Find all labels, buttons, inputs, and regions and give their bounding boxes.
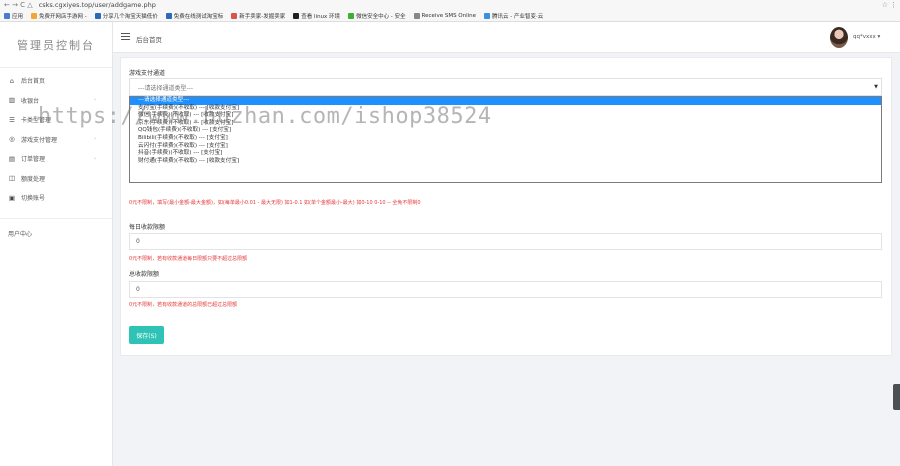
dropdown-option[interactable]: Bilibili(手续费)(不收取) --- [支付宝] [130, 135, 881, 143]
bookmark-label: 分享几个淘宝天猫低价 [102, 14, 158, 20]
bookmark-icon [165, 13, 172, 19]
daily-limit-label: 每日收款限额 [129, 224, 166, 231]
sidebar-item[interactable]: ▣ 切换账号 [0, 188, 112, 208]
bookmark-icon [484, 13, 491, 19]
sidebar: 管理员控制台 ⌂ 后台首页 ▥ 收银台 › ☰ 卡类型管理 ◎ 游戏支付管理 › ▤ 订单管理 › ◫ 额度… [0, 22, 113, 466]
dropdown-option[interactable]: QQ钱包(手续费)(不收取) --- [支付宝] [130, 127, 881, 135]
sidebar-item-label: 后台首页 [21, 78, 46, 86]
bookmark-item[interactable]: 微信安全中心 - 安全 [348, 12, 406, 20]
sidebar-item[interactable]: ▤ 订单管理 › [0, 149, 112, 169]
channel-select-value: ---请选择通道类型--- [138, 84, 193, 92]
bookmark-item[interactable]: Receive SMS Online [413, 13, 477, 19]
sidebar-item[interactable]: ☰ 卡类型管理 [0, 110, 112, 130]
dropdown-option[interactable]: 支付宝(手续费)(不收取) --- [收款支付宝] [130, 105, 881, 113]
user-menu[interactable]: qq*vxxx ▾ [853, 34, 880, 40]
bookmark-star-icon[interactable]: ☆ [882, 1, 888, 9]
book-icon: ◫ [8, 174, 16, 183]
bookmark-item[interactable]: 分享几个淘宝天猫低价 [94, 12, 158, 20]
daily-limit-input[interactable]: 0 [129, 233, 882, 250]
top-header: 后台首页 qq*vxxx ▾ [113, 22, 900, 53]
bookmark-label: Receive SMS Online [421, 13, 477, 19]
browser-menu-icon[interactable]: ⋮ [890, 1, 897, 9]
sidebar-item[interactable]: ◫ 额度处理 [0, 169, 112, 189]
bookmark-icon [348, 13, 355, 19]
bookmark-item[interactable]: 免费在线测试淘宝标 [165, 12, 224, 20]
sidebar-user-center[interactable]: 用户中心 [0, 219, 112, 248]
dropdown-option[interactable]: 抖音(手续费)(不收取) --- [支付宝] [130, 150, 881, 158]
gamepad-icon: ◎ [9, 135, 15, 144]
chevron-right-icon: › [94, 155, 96, 162]
channel-hint: 0元不限制，填写(最小金额-最大金额)，如(每单最小0.01 - 最大无限) 如… [129, 200, 421, 206]
chevron-right-icon: › [94, 97, 96, 104]
order-icon: ▤ [8, 154, 16, 163]
browser-chrome: ← → C △ csks.cgxiyes.top/user/addgame.ph… [0, 0, 900, 22]
bookmark-item[interactable]: 应用 [4, 12, 23, 20]
bookmark-icon [231, 13, 238, 19]
sidebar-item-label: 切换账号 [21, 195, 46, 203]
sidebar-item[interactable]: ◎ 游戏支付管理 › [0, 130, 112, 150]
bookmark-label: 免费在线测试淘宝标 [173, 14, 224, 20]
bookmark-label: 查看 linux 环境 [301, 14, 341, 20]
bookmark-label: 免费开网店手游网 - [39, 14, 87, 20]
list-icon: ☰ [9, 115, 15, 124]
bookmark-label: 腾讯云 - 产业智变·云 [492, 14, 544, 20]
bookmark-icon [4, 13, 10, 19]
home-icon: ⌂ [9, 76, 15, 85]
breadcrumb[interactable]: 后台首页 [136, 34, 162, 44]
bank-icon: ▥ [8, 96, 16, 105]
avatar[interactable] [830, 27, 848, 48]
lock-icon: ▣ [8, 193, 16, 202]
dropdown-option[interactable]: 微信(手续费)(不收取) --- [收款支付宝] [130, 112, 881, 120]
bookmark-icon [293, 13, 300, 19]
total-limit-label: 总收款限额 [129, 271, 160, 278]
dropdown-option[interactable]: 京东(手续费)(不收取) --- [收款支付宝] [130, 120, 881, 128]
channel-label: 游戏支付通道 [129, 70, 166, 77]
save-button[interactable]: 保存(S) [129, 326, 164, 344]
chevron-right-icon: › [94, 136, 96, 143]
sidebar-item-label: 收银台 [21, 97, 40, 105]
bookmark-icon [94, 13, 101, 19]
address-bar[interactable]: ← → C △ csks.cgxiyes.top/user/addgame.ph… [0, 0, 900, 10]
total-limit-input[interactable]: 0 [129, 281, 882, 298]
bookmark-item[interactable]: 新手卖家-发掘卖家 [231, 12, 285, 20]
bookmark-icon [413, 13, 420, 19]
menu-toggle-icon[interactable] [121, 33, 130, 40]
dropdown-option[interactable]: ---请选择通道类型--- [130, 97, 881, 105]
bookmark-item[interactable]: 免费开网店手游网 - [31, 12, 87, 20]
total-limit-hint: 0元不限制，若有收款通道的总限额已超过总限额 [129, 302, 238, 308]
brand-title: 管理员控制台 [0, 22, 112, 68]
bookmark-icon [31, 13, 38, 19]
bookmark-item[interactable]: 查看 linux 环境 [293, 12, 340, 20]
sidebar-item-label: 游戏支付管理 [21, 136, 58, 144]
bookmark-label: 应用 [12, 14, 24, 20]
chevron-down-icon: ▼ [874, 84, 878, 90]
channel-select[interactable]: ---请选择通道类型--- ▼ [129, 78, 882, 96]
bookmark-item[interactable]: 腾讯云 - 产业智变·云 [484, 12, 543, 20]
channel-dropdown: ---请选择通道类型--- 支付宝(手续费)(不收取) --- [收款支付宝] 微信… [129, 96, 882, 183]
bookmark-label: 新手卖家-发掘卖家 [239, 14, 286, 20]
bookmarks-bar: 应用 免费开网店手游网 - 分享几个淘宝天猫低价 免费在线测试淘宝标 新手卖家-发掘卖家… [0, 10, 900, 22]
daily-limit-hint: 0元不限制，若有收款通道每日限额只要不超过总限额 [129, 256, 248, 262]
bookmark-label: 微信安全中心 - 安全 [356, 14, 406, 20]
sidebar-nav: ⌂ 后台首页 ▥ 收银台 › ☰ 卡类型管理 ◎ 游戏支付管理 › ▤ 订单管理 › ◫ 额度处理 ▣ 切换账号 [0, 68, 112, 208]
sidebar-item-label: 额度处理 [21, 175, 46, 183]
sidebar-item-label: 卡类型管理 [21, 117, 52, 125]
sidebar-item[interactable]: ▥ 收银台 › [0, 91, 112, 111]
sidebar-item[interactable]: ⌂ 后台首页 [0, 71, 112, 91]
dropdown-option[interactable]: 财付通(手续费)(不收取) --- [收款支付宝] [130, 158, 881, 166]
side-scroll-handle[interactable] [893, 384, 900, 410]
dropdown-option[interactable]: 云闪付(手续费)(不收取) --- [支付宝] [130, 143, 881, 151]
sidebar-item-label: 订单管理 [21, 156, 46, 164]
browser-nav-icons[interactable]: ← → C △ [4, 1, 33, 9]
url-text[interactable]: csks.cgxiyes.top/user/addgame.php [39, 1, 156, 9]
